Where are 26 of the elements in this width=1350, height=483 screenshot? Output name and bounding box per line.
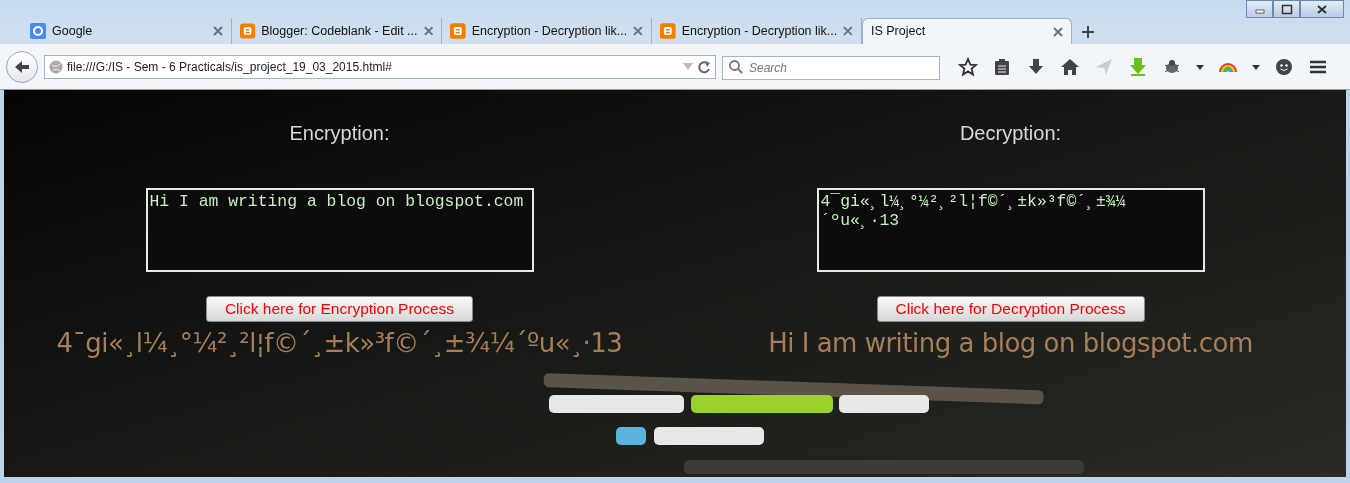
google-favicon-icon — [30, 23, 46, 39]
search-icon — [729, 59, 743, 74]
close-icon[interactable] — [1053, 26, 1063, 37]
reload-icon[interactable] — [697, 59, 711, 74]
result-text: Hi I am writing a blog on blogspot.com — [768, 327, 1253, 360]
blogger-favicon-icon — [240, 23, 256, 39]
close-icon[interactable] — [1316, 3, 1328, 15]
close-button[interactable] — [1300, 0, 1344, 18]
result-text: 4¯gi«¸l¼¸°¼²¸²l¦f©´¸±k»³f©´¸±¾¼´ºu«¸·13 — [56, 327, 623, 360]
url-text: file:///G:/IS - Sem - 6 Practicals/is_project_19_03_2015.html# — [67, 58, 393, 76]
browser-tab[interactable]: IS Project — [862, 18, 1072, 44]
dropdown-icon — [683, 62, 693, 71]
globe-icon — [49, 59, 63, 74]
section-heading: Decryption: — [959, 121, 1062, 146]
section-heading: Encryption: — [289, 121, 390, 146]
blogger-favicon-icon — [450, 23, 466, 39]
plus-icon — [1082, 26, 1094, 38]
address-bar[interactable]: file:///G:/IS - Sem - 6 Practicals/is_project_19_03_2015.html# — [44, 54, 716, 79]
text-area[interactable]: 4¯gi«¸l¼¸°¼²¸²l¦f©´¸±k»³f©´¸±¾¼´ºu«¸·13 — [816, 188, 1205, 272]
maximize-icon[interactable] — [1280, 3, 1293, 15]
back-arrow-icon — [14, 59, 30, 74]
maximize-button[interactable] — [1273, 0, 1300, 18]
back-button[interactable] — [6, 50, 38, 83]
text-area[interactable]: Hi I am writing a blog on blogspot.com — [145, 188, 534, 272]
blogger-favicon-icon — [660, 23, 676, 39]
search-field[interactable]: Search — [722, 55, 940, 80]
